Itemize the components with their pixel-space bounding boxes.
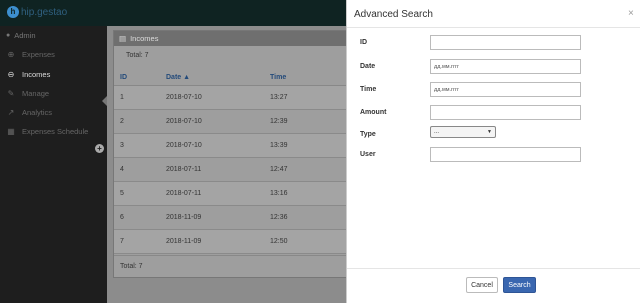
modal-title: Advanced Search: [354, 9, 433, 20]
table-header: ID Date ▲ Time: [114, 70, 364, 86]
sidebar-item-label: Manage: [22, 88, 50, 98]
cell-id: 4: [120, 166, 124, 173]
panel-title: Incomes: [130, 34, 159, 43]
table-row[interactable]: 2 2018-07-10 12:39: [114, 110, 364, 134]
table-row[interactable]: 6 2018-11-09 12:36: [114, 206, 364, 230]
cell-date: 2018-11-09: [166, 214, 202, 221]
id-field[interactable]: [430, 35, 581, 50]
plus-circle-icon: ⊕: [7, 49, 15, 59]
table-icon: ▤: [119, 34, 127, 43]
sidebar-item-label: Expenses Schedule: [22, 126, 89, 136]
sidebar-item-expenses[interactable]: ⊕ Expenses: [0, 45, 107, 63]
cell-date: 2018-11-09: [166, 238, 202, 245]
sidebar-item-label: Incomes: [22, 69, 51, 79]
close-icon[interactable]: ×: [628, 8, 634, 19]
chevron-down-icon: ▼: [487, 129, 492, 135]
sidebar-item-manage[interactable]: ✎ Manage: [0, 84, 107, 102]
logo-icon: h: [7, 6, 19, 18]
search-button[interactable]: Search: [503, 277, 536, 293]
cell-date: 2018-07-10: [166, 118, 202, 125]
sidebar-item-label: Analytics: [22, 107, 53, 117]
user-label: User: [360, 151, 376, 158]
cancel-button[interactable]: Cancel: [466, 277, 498, 293]
column-header-id[interactable]: ID: [114, 74, 166, 81]
cell-date: 2018-07-10: [166, 142, 202, 149]
modal-footer-divider: [347, 268, 640, 269]
sidebar-item-incomes[interactable]: ⊖ Incomes: [0, 65, 107, 83]
table-row[interactable]: 3 2018-07-10 13:39: [114, 134, 364, 158]
column-header-date[interactable]: Date ▲: [166, 74, 270, 81]
type-select-value: ...: [434, 129, 440, 135]
table-row[interactable]: 1 2018-07-10 13:27: [114, 86, 364, 110]
cell-date: 2018-07-11: [166, 166, 202, 173]
cell-id: 7: [120, 238, 124, 245]
sidebar-item-label: Expenses: [22, 49, 55, 59]
chart-icon: ↗: [7, 107, 15, 117]
date-label: Date: [360, 63, 376, 70]
table-body: 1 2018-07-10 13:27 2 2018-07-10 12:39 3 2018-…: [114, 86, 364, 254]
sidebar-item-analytics[interactable]: ↗ Analytics: [0, 103, 107, 121]
table-row[interactable]: 7 2018-11-09 12:50: [114, 230, 364, 254]
table-row[interactable]: 5 2018-07-11 13:16: [114, 182, 364, 206]
time-field[interactable]: дд.мм.гггг: [430, 82, 581, 97]
incomes-table: ID Date ▲ Time 1 2018-07-10 13:27 2 2018-07…: [114, 70, 364, 254]
type-label: Type: [360, 131, 376, 138]
sidebar-item-expenses-schedule[interactable]: ▦ Expenses Schedule: [0, 122, 107, 140]
type-select[interactable]: ... ▼: [430, 126, 496, 138]
cell-date: 2018-07-11: [166, 190, 202, 197]
cell-id: 2: [120, 118, 124, 125]
active-indicator-icon: [102, 96, 107, 106]
calendar-icon: ▦: [7, 126, 15, 136]
user-name: Admin: [14, 31, 36, 40]
cell-id: 3: [120, 142, 124, 149]
user-icon: ●: [6, 32, 11, 39]
amount-label: Amount: [360, 109, 387, 116]
panel-header: ▤ Incomes: [114, 31, 362, 46]
wrench-icon: ✎: [7, 88, 15, 98]
incomes-panel: ▤ Incomes Total: 7 ID Date ▲ Time 1 2018-…: [113, 30, 364, 278]
advanced-search-modal: Advanced Search × ID Date дд.мм.гггг Tim…: [346, 0, 640, 303]
modal-header-divider: [347, 27, 640, 28]
cell-date: 2018-07-10: [166, 94, 202, 101]
total-count-top: Total: 7: [126, 51, 149, 59]
cell-id: 6: [120, 214, 124, 221]
amount-field[interactable]: [430, 105, 581, 120]
minus-circle-icon: ⊖: [7, 69, 15, 79]
id-label: ID: [360, 39, 367, 46]
total-count-bottom: Total: 7: [114, 255, 364, 277]
brand-logo[interactable]: h hip.gestao: [7, 6, 67, 18]
brand-name: hip.gestao: [21, 6, 68, 18]
user-info[interactable]: ● Admin: [6, 31, 36, 40]
table-row[interactable]: 4 2018-07-11 12:47: [114, 158, 364, 182]
sidebar: ● Admin ⊕ Expenses ⊖ Incomes ✎ Manage ↗ …: [0, 26, 107, 303]
cell-id: 1: [120, 94, 124, 101]
date-field[interactable]: дд.мм.гггг: [430, 59, 581, 74]
add-button[interactable]: +: [95, 144, 104, 153]
cell-id: 5: [120, 190, 124, 197]
user-field[interactable]: [430, 147, 581, 162]
time-label: Time: [360, 86, 377, 93]
